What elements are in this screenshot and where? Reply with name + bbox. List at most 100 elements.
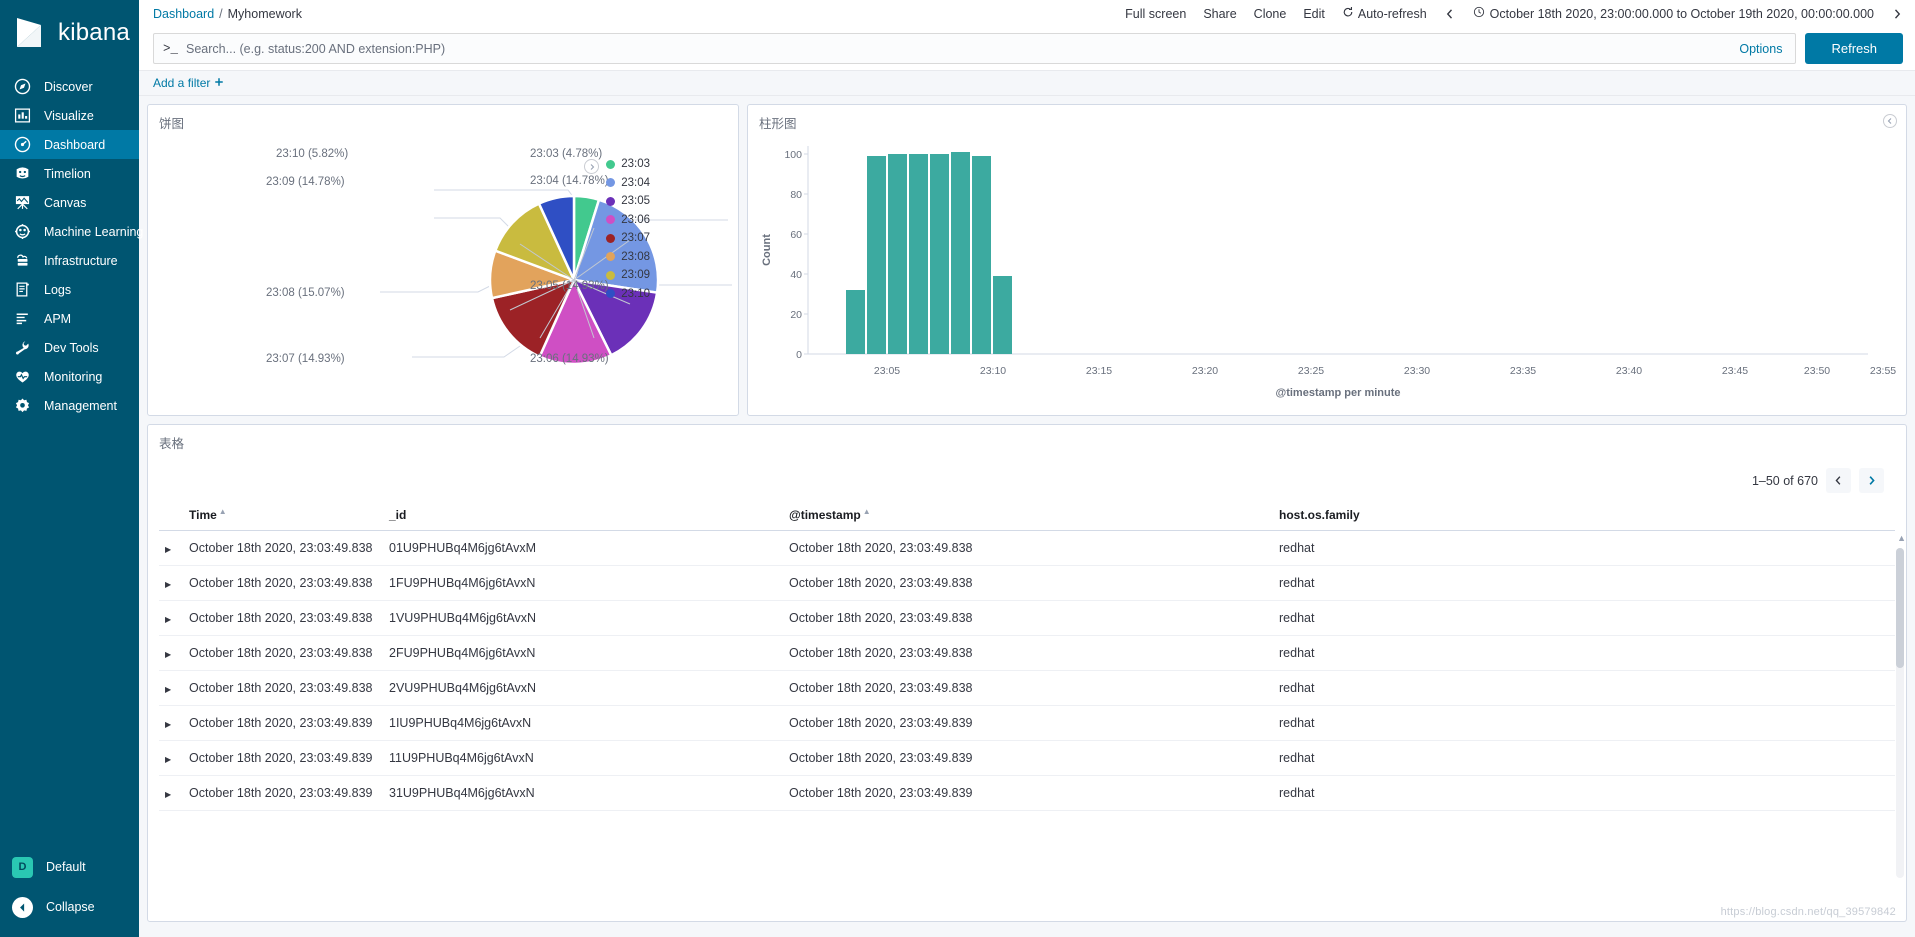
brand-name: kibana [58,19,130,46]
expand-column-header [159,503,181,531]
pie-label-2308: 23:08 (15.07%) [266,287,345,299]
svg-text:80: 80 [790,189,802,201]
table-row[interactable]: ▶ October 18th 2020, 23:03:49.839 1IU9PH… [159,705,1895,741]
search-input[interactable]: >_ Search... (e.g. status:200 AND extens… [153,33,1797,64]
collapse-label: Collapse [46,900,95,914]
bar-x-axis-label: @timestamp per minute [1275,387,1400,399]
table-row[interactable]: ▶ October 18th 2020, 23:03:49.838 2VU9PH… [159,670,1895,706]
table-row[interactable]: ▶ October 18th 2020, 23:03:49.839 11U9PH… [159,740,1895,776]
expand-row-button[interactable]: ▶ [159,600,181,636]
expand-row-button[interactable]: ▶ [159,705,181,741]
table-pagination: 1–50 of 670 [148,452,1906,503]
discover-icon [14,78,31,95]
table-scrollbar[interactable] [1896,548,1904,878]
sidebar-item-dashboard[interactable]: Dashboard [0,130,139,159]
breadcrumb-separator: / [219,6,223,21]
cell-host: redhat [1271,530,1895,566]
table-row[interactable]: ▶ October 18th 2020, 23:03:49.838 1VU9PH… [159,600,1895,636]
legend-label: 23:06 [621,213,650,226]
brand-logo[interactable]: kibana [0,0,139,64]
expand-row-button[interactable]: ▶ [159,775,181,811]
query-options-button[interactable]: Options [1739,42,1786,56]
legend-item[interactable]: 23:08 [606,251,650,263]
legend-item[interactable]: 23:04 [606,177,650,189]
panel-options-icon[interactable] [1883,114,1897,128]
top-actions: Full screen Share Clone Edit Auto-refres… [1125,6,1903,21]
sidebar-item-infrastructure[interactable]: Infrastructure [0,246,139,275]
add-filter-button[interactable]: Add a filter [153,76,224,90]
date-prev-button[interactable] [1444,8,1456,20]
scrollbar-thumb[interactable] [1896,548,1904,668]
table-scroll-container[interactable]: Time ▲ _id @timestamp ▲ host.os.family ▶ O… [148,503,1906,921]
refresh-button[interactable]: Refresh [1805,33,1903,64]
sidebar-item-discover[interactable]: Discover [0,72,139,101]
table-row[interactable]: ▶ October 18th 2020, 23:03:49.838 01U9PH… [159,530,1895,566]
edit-button[interactable]: Edit [1303,7,1325,21]
sidebar-item-dev-tools[interactable]: Dev Tools [0,333,139,362]
pagination-next-button[interactable] [1859,468,1884,493]
sidebar-item-label: Machine Learning [44,224,144,239]
sidebar-item-timelion[interactable]: Timelion [0,159,139,188]
table-header-row: Time ▲ _id @timestamp ▲ host.os.family [159,503,1895,531]
expand-row-button[interactable]: ▶ [159,565,181,601]
sidebar-item-logs[interactable]: Logs [0,275,139,304]
legend-item[interactable]: 23:07 [606,232,650,244]
legend-item[interactable]: 23:10 [606,288,650,300]
cell-id: 1VU9PHUBq4M6jg6tAvxN [381,600,781,636]
cell-timestamp: October 18th 2020, 23:03:49.838 [781,600,1271,636]
pie-label-2310: 23:10 (5.82%) [276,148,348,160]
sidebar-item-management[interactable]: Management [0,391,139,420]
sidebar-item-label: Discover [44,79,93,94]
sidebar-item-apm[interactable]: APM [0,304,139,333]
plus-icon [214,76,224,90]
legend-label: 23:05 [621,195,650,207]
date-range-picker[interactable]: October 18th 2020, 23:00:00.000 to Octob… [1473,6,1874,21]
bar-y-axis-label: Count [761,234,773,266]
expand-triangle-icon: ▶ [165,580,172,589]
cell-host: redhat [1271,600,1895,636]
legend-item[interactable]: 23:05 [606,195,650,207]
expand-row-button[interactable]: ▶ [159,740,181,776]
pagination-prev-button[interactable] [1826,468,1851,493]
sidebar-item-visualize[interactable]: Visualize [0,101,139,130]
cell-time: October 18th 2020, 23:03:49.839 [181,775,381,811]
cell-host: redhat [1271,775,1895,811]
column-header-time[interactable]: Time ▲ [181,503,381,531]
sidebar-collapse-button[interactable]: Collapse [0,887,139,927]
cell-id: 1IU9PHUBq4M6jg6tAvxN [381,705,781,741]
breadcrumb-root[interactable]: Dashboard [153,7,214,21]
sidebar-item-machine-learning[interactable]: Machine Learning [0,217,143,246]
cell-id: 31U9PHUBq4M6jg6tAvxN [381,775,781,811]
timelion-icon [14,165,31,182]
sidebar-item-monitoring[interactable]: Monitoring [0,362,139,391]
table-row[interactable]: ▶ October 18th 2020, 23:03:49.838 2FU9PH… [159,635,1895,671]
legend-item[interactable]: 23:09 [606,269,650,281]
cell-host: redhat [1271,740,1895,776]
cell-time: October 18th 2020, 23:03:49.839 [181,705,381,741]
clone-button[interactable]: Clone [1254,7,1287,21]
expand-row-button[interactable]: ▶ [159,530,181,566]
auto-refresh-button[interactable]: Auto-refresh [1342,6,1427,21]
column-header-id[interactable]: _id [381,503,781,531]
date-next-button[interactable] [1891,8,1903,20]
cell-id: 11U9PHUBq4M6jg6tAvxN [381,740,781,776]
legend-item[interactable]: 23:03 [606,158,650,170]
scroll-up-icon[interactable]: ▲ [1897,533,1906,543]
expand-row-button[interactable]: ▶ [159,670,181,706]
legend-label: 23:07 [621,232,650,244]
column-header-host-os-family[interactable]: host.os.family [1271,503,1895,531]
expand-row-button[interactable]: ▶ [159,635,181,671]
full-screen-button[interactable]: Full screen [1125,7,1186,21]
column-header-timestamp[interactable]: @timestamp ▲ [781,503,1271,531]
bar-chart-svg[interactable]: 0 20 40 60 80 100 Count 23:05 23:10 23:1… [748,132,1906,418]
table-row[interactable]: ▶ October 18th 2020, 23:03:49.839 31U9PH… [159,775,1895,811]
legend-item[interactable]: 23:06 [606,214,650,226]
sidebar-item-canvas[interactable]: Canvas [0,188,139,217]
table-row[interactable]: ▶ October 18th 2020, 23:03:49.838 1FU9PH… [159,565,1895,601]
sidebar-space-default[interactable]: D Default [0,847,139,887]
sort-caret-icon: ▲ [862,507,871,516]
svg-text:40: 40 [790,269,802,281]
table-panel-title: 表格 [159,437,185,451]
monitoring-icon [14,368,31,385]
share-button[interactable]: Share [1203,7,1236,21]
